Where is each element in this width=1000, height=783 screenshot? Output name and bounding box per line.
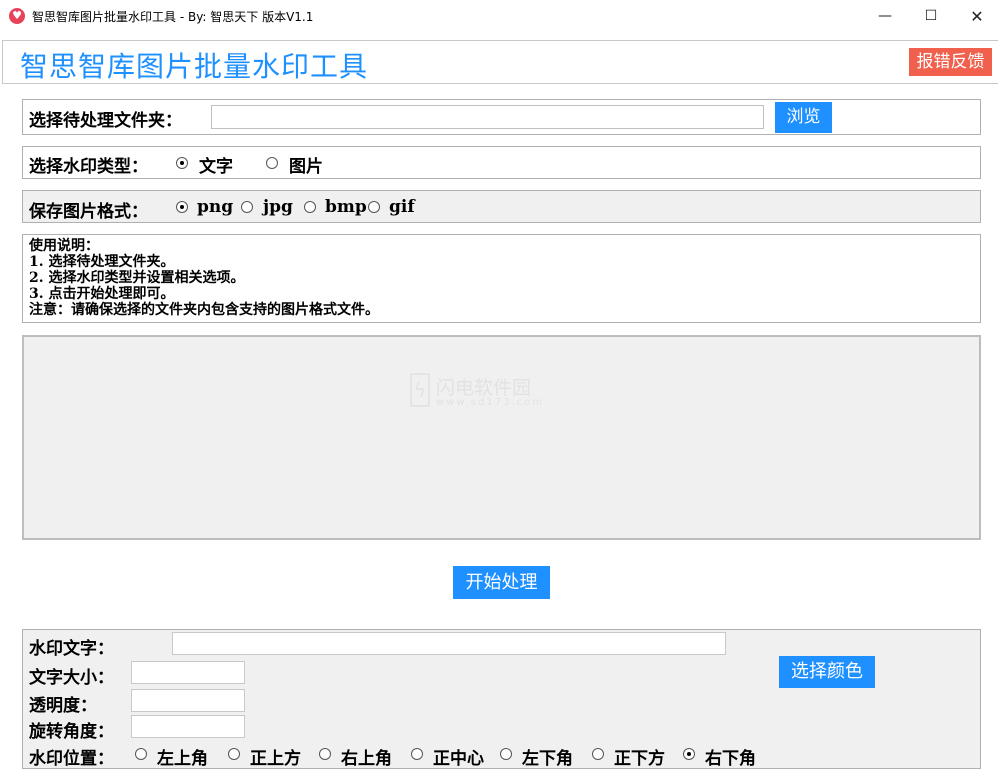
- format-gif-radio[interactable]: [368, 201, 380, 213]
- window-titlebar: ♥ 智思智库图片批量水印工具 - By: 智思天下 版本V1.1 — ☐ ✕: [0, 0, 1000, 32]
- window-title: 智思智库图片批量水印工具 - By: 智思天下 版本V1.1: [32, 10, 314, 24]
- font-size-input[interactable]: [131, 661, 245, 684]
- watermark-type-label: 选择水印类型：: [29, 157, 148, 177]
- instructions-line: 1. 选择待处理文件夹。: [29, 254, 175, 270]
- position-bottom-left-label[interactable]: 左下角: [522, 744, 573, 769]
- folder-panel: 选择待处理文件夹： 浏览: [22, 99, 981, 135]
- select-color-button[interactable]: 选择颜色: [779, 656, 875, 688]
- position-top-left-radio[interactable]: [135, 748, 147, 760]
- opacity-label: 透明度：: [29, 696, 97, 716]
- position-top-center-radio[interactable]: [228, 748, 240, 760]
- opacity-input[interactable]: [131, 689, 245, 712]
- watermark-overlay-url: www.sd173.com: [436, 397, 544, 408]
- type-text-label[interactable]: 文字: [199, 152, 233, 177]
- browse-button[interactable]: 浏览: [775, 102, 832, 133]
- instructions-line: 使用说明：: [29, 238, 99, 254]
- position-label: 水印位置：: [29, 749, 114, 769]
- lightning-icon: ϟ: [410, 373, 430, 407]
- type-image-label[interactable]: 图片: [289, 152, 323, 177]
- instructions-line: 2. 选择水印类型并设置相关选项。: [29, 270, 245, 286]
- instructions-line: 3. 点击开始处理即可。: [29, 286, 175, 302]
- format-bmp-label[interactable]: bmp: [325, 197, 367, 217]
- start-processing-button[interactable]: 开始处理: [453, 566, 550, 599]
- rotation-input[interactable]: [131, 715, 245, 738]
- format-png-label[interactable]: png: [197, 197, 233, 217]
- type-image-radio[interactable]: [266, 157, 278, 169]
- type-text-radio[interactable]: [176, 157, 188, 169]
- format-bmp-radio[interactable]: [304, 201, 316, 213]
- font-size-label: 文字大小：: [29, 668, 114, 688]
- position-bottom-center-label[interactable]: 正下方: [614, 744, 665, 769]
- folder-path-input[interactable]: [211, 105, 764, 129]
- format-gif-label[interactable]: gif: [389, 197, 415, 217]
- format-png-radio[interactable]: [176, 201, 188, 213]
- heart-icon: ♥: [9, 8, 25, 24]
- position-top-center-label[interactable]: 正上方: [250, 744, 301, 769]
- close-button[interactable]: ✕: [954, 0, 1000, 32]
- minimize-button[interactable]: —: [862, 0, 908, 32]
- position-bottom-right-radio[interactable]: [683, 748, 695, 760]
- save-format-panel: 保存图片格式： png jpg bmp gif: [22, 190, 981, 223]
- report-feedback-button[interactable]: 报错反馈: [909, 48, 992, 76]
- watermark-text-input[interactable]: [172, 632, 726, 655]
- rotation-label: 旋转角度：: [29, 722, 114, 742]
- position-bottom-left-radio[interactable]: [500, 748, 512, 760]
- watermark-text-label: 水印文字：: [29, 639, 114, 659]
- position-bottom-center-radio[interactable]: [592, 748, 604, 760]
- position-bottom-right-label[interactable]: 右下角: [705, 744, 756, 769]
- watermark-overlay-text: 闪电软件园: [436, 377, 532, 399]
- folder-label: 选择待处理文件夹：: [29, 111, 182, 131]
- position-top-right-label[interactable]: 右上角: [341, 744, 392, 769]
- position-top-left-label[interactable]: 左上角: [157, 744, 208, 769]
- preview-area: ϟ 闪电软件园 www.sd173.com: [22, 335, 981, 540]
- format-jpg-radio[interactable]: [241, 201, 253, 213]
- instructions-box: 使用说明： 1. 选择待处理文件夹。 2. 选择水印类型并设置相关选项。 3. …: [22, 234, 981, 323]
- app-title: 智思智库图片批量水印工具: [20, 50, 369, 83]
- position-center-label[interactable]: 正中心: [433, 744, 484, 769]
- position-center-radio[interactable]: [411, 748, 423, 760]
- position-top-right-radio[interactable]: [319, 748, 331, 760]
- watermark-type-panel: 选择水印类型： 文字 图片: [22, 146, 981, 179]
- save-format-label: 保存图片格式：: [29, 202, 148, 222]
- instructions-line: 注意：请确保选择的文件夹内包含支持的图片格式文件。: [29, 302, 379, 318]
- watermark-settings-panel: 水印文字： 文字大小： 透明度： 旋转角度： 选择颜色 水印位置： 左上角 正上…: [22, 629, 981, 769]
- maximize-button[interactable]: ☐: [908, 0, 954, 32]
- format-jpg-label[interactable]: jpg: [263, 197, 293, 217]
- app-header: 智思智库图片批量水印工具 报错反馈: [2, 40, 998, 84]
